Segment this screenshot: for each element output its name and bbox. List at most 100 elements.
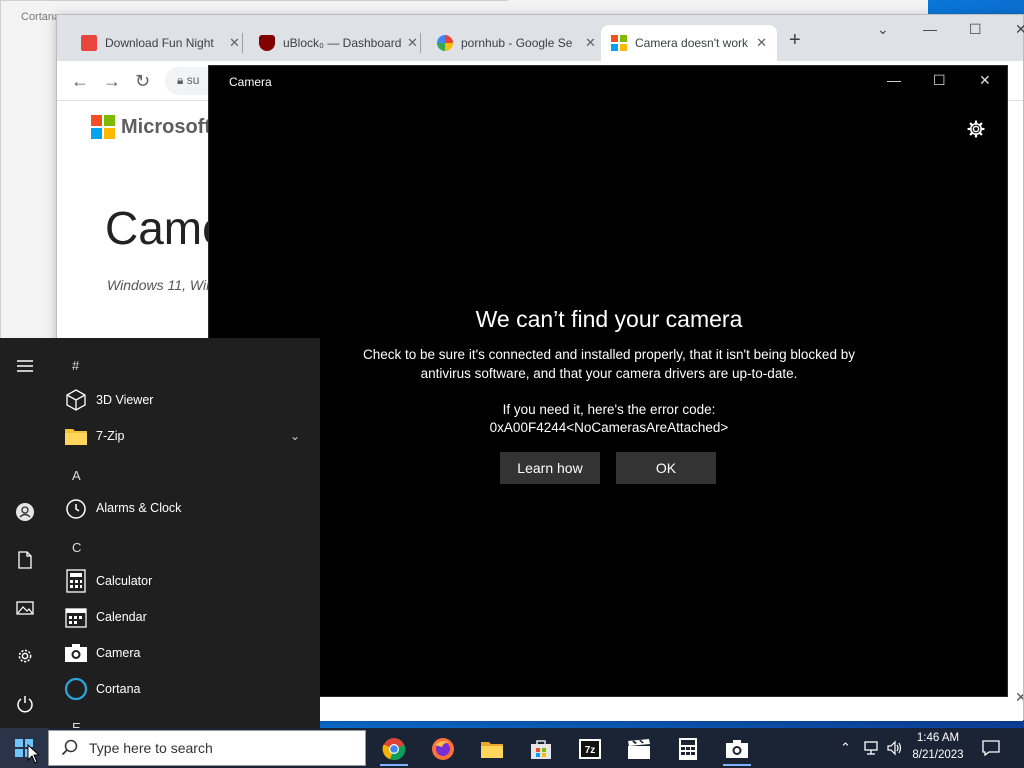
camera-icon	[726, 740, 748, 758]
app-label: Alarms & Clock	[96, 501, 182, 515]
maximize-icon[interactable]: ☐	[933, 72, 946, 89]
tab-search-icon[interactable]: ⌄	[877, 21, 889, 38]
app-cortana[interactable]: Cortana	[64, 673, 314, 705]
app-alarms-clock[interactable]: Alarms & Clock	[64, 492, 314, 524]
forward-icon[interactable]: →	[103, 71, 121, 92]
page-subtitle: Windows 11, Win	[107, 277, 214, 293]
network-icon[interactable]	[862, 728, 880, 768]
tab-divider	[242, 33, 243, 53]
app-label: Calculator	[96, 574, 153, 588]
folder-icon	[64, 424, 88, 448]
calculator-icon	[679, 738, 697, 760]
taskbar-store[interactable]	[521, 732, 561, 766]
file-explorer-icon	[481, 742, 503, 758]
chrome-icon	[382, 738, 406, 761]
ok-button[interactable]: OK	[616, 452, 716, 484]
tab-close-icon[interactable]: ✕	[585, 35, 596, 51]
app-label: 3D Viewer	[96, 393, 154, 407]
dismiss-icon[interactable]: ✕	[1015, 689, 1023, 706]
reload-icon[interactable]: ↻	[135, 71, 150, 92]
app-calendar[interactable]: Calendar	[64, 601, 314, 633]
minimize-icon[interactable]: —	[923, 21, 937, 37]
mouse-cursor-icon	[27, 744, 39, 764]
tab-camera-doesnt-work[interactable]: Camera doesn't work ✕	[601, 25, 777, 61]
app-list: # 3D Viewer 7-Zip ⌄ A Alarms & Clock C C…	[50, 338, 320, 728]
error-code-label: If you need it, here's the error code:	[502, 402, 716, 417]
group-letter[interactable]: #	[72, 358, 79, 373]
cortana-ring-icon	[64, 677, 88, 701]
taskbar-camera[interactable]	[717, 732, 757, 766]
background-window-title: Cortana	[21, 11, 61, 23]
taskbar-search[interactable]: Type here to search	[48, 730, 366, 766]
7zip-icon: 7z	[579, 739, 601, 759]
tab-google-search[interactable]: pornhub - Google Se ✕	[427, 25, 606, 61]
close-icon[interactable]: ✕	[1015, 21, 1024, 38]
error-heading: We can’t find your camera	[475, 306, 743, 332]
taskbar-video-editor[interactable]	[619, 732, 659, 766]
microsoft-brand-text: Microsoft	[121, 115, 211, 138]
new-tab-button[interactable]: +	[789, 29, 801, 52]
taskbar-calculator[interactable]	[668, 732, 708, 766]
show-hidden-icons[interactable]: ⌃	[840, 728, 851, 768]
group-letter[interactable]: E	[72, 720, 81, 728]
store-bag-icon	[531, 740, 551, 759]
tab-close-icon[interactable]: ✕	[229, 35, 240, 51]
firefox-icon	[432, 738, 454, 760]
calendar-icon	[64, 605, 88, 629]
app-7-zip[interactable]: 7-Zip ⌄	[64, 420, 314, 452]
user-account-icon[interactable]	[15, 502, 35, 522]
minimize-icon[interactable]: —	[887, 72, 901, 88]
notifications-icon[interactable]	[982, 728, 1000, 768]
settings-gear-icon[interactable]	[967, 120, 985, 138]
taskbar-7zip[interactable]: 7z	[570, 732, 610, 766]
maximize-icon[interactable]: ☐	[969, 21, 982, 38]
back-icon[interactable]: ←	[71, 71, 89, 92]
tab-label: Download Fun Night	[105, 36, 214, 50]
app-camera[interactable]: Camera	[64, 637, 314, 669]
taskbar: Type here to search 7z ⌃ 1:46 AM 8/21/20…	[0, 728, 1024, 768]
app-label: 7-Zip	[96, 429, 125, 443]
hamburger-menu-icon[interactable]	[15, 356, 35, 376]
svg-text:7z: 7z	[585, 745, 596, 756]
taskbar-firefox[interactable]	[423, 732, 463, 766]
3d-cube-icon	[64, 388, 88, 412]
camera-app-window: Camera — ☐ ✕ We can’t find your camera C…	[208, 65, 1008, 697]
camera-icon	[64, 641, 88, 665]
tab-strip: Download Fun Night ✕ uBlock₀ — Dashboard…	[57, 15, 1024, 61]
volume-icon[interactable]	[886, 728, 904, 768]
start-menu: # 3D Viewer 7-Zip ⌄ A Alarms & Clock C C…	[0, 338, 320, 728]
camera-window-title: Camera	[229, 75, 272, 89]
close-icon[interactable]: ✕	[979, 72, 991, 89]
documents-icon[interactable]	[15, 550, 35, 570]
learn-how-button[interactable]: Learn how	[500, 452, 600, 484]
power-icon[interactable]	[15, 694, 35, 714]
error-code: 0xA00F4244<NoCamerasAreAttached>	[489, 420, 729, 435]
ublock-shield-icon	[259, 35, 275, 51]
group-letter[interactable]: C	[72, 540, 81, 555]
group-letter[interactable]: A	[72, 468, 81, 483]
taskbar-chrome[interactable]	[374, 732, 414, 766]
tab-close-icon[interactable]: ✕	[756, 35, 767, 51]
start-button[interactable]	[0, 728, 48, 768]
lock-icon: 🔒︎	[177, 73, 184, 87]
app-label: Cortana	[96, 682, 141, 696]
taskbar-clock[interactable]: 1:46 AM 8/21/2023	[904, 730, 972, 764]
clock-time: 1:46 AM	[916, 732, 960, 744]
settings-icon[interactable]	[15, 646, 35, 666]
app-calculator[interactable]: Calculator	[64, 565, 314, 597]
game-site-icon	[81, 35, 97, 51]
taskbar-file-explorer[interactable]	[472, 732, 512, 766]
tab-label: pornhub - Google Se	[461, 36, 573, 50]
tab-ublock-dashboard[interactable]: uBlock₀ — Dashboard ✕	[249, 25, 428, 61]
alarm-clock-icon	[64, 496, 88, 520]
microsoft-logo[interactable]: Microsoft	[91, 115, 211, 139]
tab-close-icon[interactable]: ✕	[407, 35, 418, 51]
app-3d-viewer[interactable]: 3D Viewer	[64, 384, 314, 416]
app-label: Camera	[96, 646, 141, 660]
pictures-icon[interactable]	[15, 598, 35, 618]
chevron-down-icon[interactable]: ⌄	[290, 429, 300, 443]
microsoft-logo-icon	[91, 115, 115, 139]
google-icon	[437, 35, 453, 51]
tab-download-fun-night[interactable]: Download Fun Night ✕	[71, 25, 250, 61]
search-placeholder: Type here to search	[89, 740, 213, 756]
